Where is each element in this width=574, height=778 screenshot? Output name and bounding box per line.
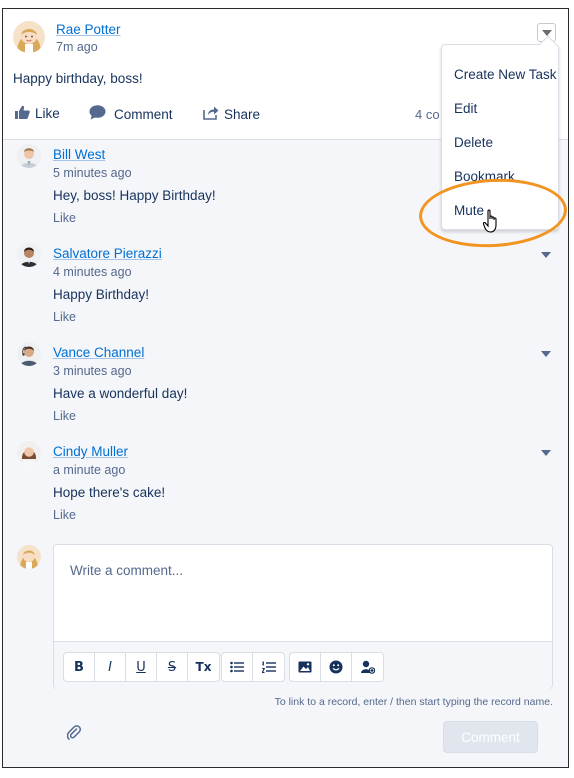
mention-button[interactable] (352, 653, 383, 681)
avatar[interactable] (17, 441, 41, 465)
image-icon (298, 661, 312, 673)
feed-item-card: Rae Potter 7m ago Happy birthday, boss! … (2, 8, 569, 768)
chevron-down-icon (541, 29, 552, 36)
comment-item: Salvatore Pierazzi 4 minutes ago Happy B… (3, 239, 568, 338)
comment-timestamp: 5 minutes ago (53, 166, 132, 180)
submit-comment-button[interactable]: Comment (443, 721, 538, 753)
thumbs-up-icon (15, 105, 30, 122)
comment-menu-chevron-down-icon[interactable] (541, 450, 551, 456)
menu-item-edit[interactable]: Edit (454, 101, 477, 116)
underline-button[interactable]: U (126, 653, 157, 681)
insert-group (289, 652, 384, 682)
comment-button[interactable]: Comment (89, 105, 173, 123)
comment-body: Hey, boss! Happy Birthday! (53, 188, 216, 203)
bold-button[interactable]: B (64, 653, 95, 681)
numbered-list-button[interactable] (253, 653, 284, 681)
bulleted-list-button[interactable] (222, 653, 253, 681)
share-icon (203, 105, 219, 123)
like-button[interactable]: Like (15, 105, 60, 122)
insert-image-button[interactable] (290, 653, 321, 681)
comment-body: Hope there's cake! (53, 485, 166, 500)
text-format-group: B I U S Tx (63, 652, 220, 682)
comment-author-link[interactable]: Cindy Muller (53, 444, 128, 459)
comment-author-link[interactable]: Vance Channel (53, 345, 144, 360)
comment-timestamp: a minute ago (53, 463, 126, 477)
menu-item-create-new-task[interactable]: Create New Task (454, 67, 557, 82)
comment-timestamp: 3 minutes ago (53, 364, 132, 378)
avatar[interactable] (13, 21, 45, 53)
avatar[interactable] (17, 243, 41, 267)
attach-file-button[interactable] (66, 725, 81, 744)
comment-like-link[interactable]: Like (53, 310, 76, 324)
numbered-list-icon (261, 661, 276, 673)
comment-author-link[interactable]: Bill West (53, 147, 105, 162)
italic-button[interactable]: I (95, 653, 126, 681)
comment-input[interactable]: Write a comment... (70, 563, 183, 578)
comment-menu-chevron-down-icon[interactable] (541, 252, 551, 258)
strikethrough-button[interactable]: S (157, 653, 188, 681)
list-group (221, 652, 285, 682)
comment-like-link[interactable]: Like (53, 409, 76, 423)
post-timestamp: 7m ago (56, 40, 98, 54)
current-user-avatar (17, 545, 41, 569)
paperclip-icon (66, 725, 81, 740)
record-link-hint: To link to a record, enter / then start … (274, 696, 553, 708)
like-label: Like (35, 106, 60, 121)
comment-label: Comment (114, 106, 173, 122)
avatar[interactable] (17, 144, 41, 168)
rich-text-toolbar: B I U S Tx (54, 641, 552, 689)
share-label: Share (224, 106, 261, 122)
comment-timestamp: 4 minutes ago (53, 265, 132, 279)
comment-item: Cindy Muller a minute ago Hope there's c… (3, 437, 568, 536)
avatar[interactable] (17, 342, 41, 366)
smiley-icon (329, 660, 343, 674)
comment-author-link[interactable]: Salvatore Pierazzi (53, 246, 162, 261)
comment-item: Vance Channel 3 minutes ago Have a wonde… (3, 338, 568, 437)
comment-composer: Write a comment... B I U S Tx (53, 544, 553, 689)
comment-like-link[interactable]: Like (53, 508, 76, 522)
post-author-link[interactable]: Rae Potter (56, 22, 121, 37)
comment-count[interactable]: 4 co (415, 107, 440, 122)
comment-like-link[interactable]: Like (53, 211, 76, 225)
comment-body: Happy Birthday! (53, 287, 150, 302)
bulleted-list-icon (230, 661, 244, 673)
post-body: Happy birthday, boss! (13, 71, 143, 86)
comment-body: Have a wonderful day! (53, 386, 188, 401)
clear-formatting-button[interactable]: Tx (188, 653, 219, 681)
share-button[interactable]: Share (203, 105, 260, 123)
comment-menu-chevron-down-icon[interactable] (541, 351, 551, 357)
emoji-button[interactable] (321, 653, 352, 681)
mention-user-icon (360, 660, 375, 674)
speech-bubble-icon (89, 105, 106, 123)
hand-cursor-icon (482, 209, 501, 236)
menu-item-delete[interactable]: Delete (454, 135, 493, 150)
